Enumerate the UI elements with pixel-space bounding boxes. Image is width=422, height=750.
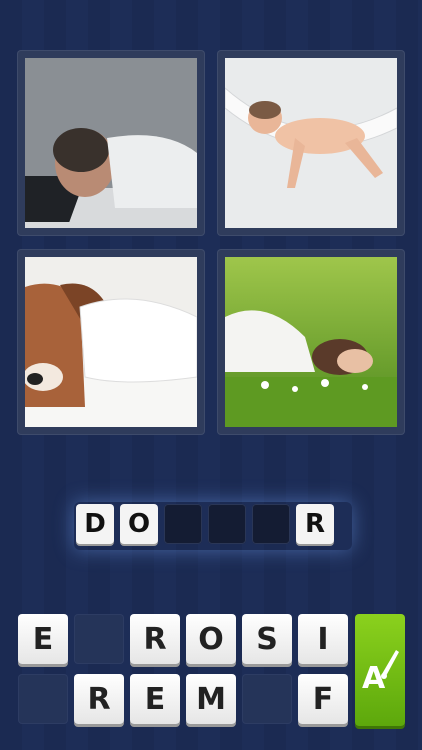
puzzle-photo-3[interactable]: [17, 249, 205, 435]
answer-slot-2[interactable]: O: [120, 504, 158, 544]
woman-sleeping-in-grass-image: [225, 257, 397, 427]
letter-tile[interactable]: E: [130, 674, 180, 724]
letter-tile-used: [18, 674, 68, 724]
answer-slot-6[interactable]: R: [296, 504, 334, 544]
letter-tile[interactable]: M: [186, 674, 236, 724]
letter-tile[interactable]: I: [298, 614, 348, 664]
puzzle-photo-2[interactable]: [217, 50, 405, 236]
baby-in-hammock-image: [225, 58, 397, 228]
letter-tile-used: [242, 674, 292, 724]
puzzle-photo-4[interactable]: [217, 249, 405, 435]
letter-tile[interactable]: R: [74, 674, 124, 724]
dog-sleeping-in-bed-image: [25, 257, 197, 427]
letter-bank: E R O S I R E M F: [18, 614, 348, 734]
letter-tile[interactable]: S: [242, 614, 292, 664]
puzzle-photo-1[interactable]: [17, 50, 205, 236]
answer-slot-1[interactable]: D: [76, 504, 114, 544]
answer-slots: D O R: [74, 502, 352, 550]
letter-tile-used: [74, 614, 124, 664]
brush-hint-icon: A: [362, 650, 399, 696]
letter-tile[interactable]: F: [298, 674, 348, 724]
hint-button[interactable]: A: [355, 614, 405, 726]
answer-slot-5[interactable]: [252, 504, 290, 544]
letter-tile[interactable]: R: [130, 614, 180, 664]
letter-tile[interactable]: O: [186, 614, 236, 664]
man-asleep-on-laptop-image: [25, 58, 197, 228]
letter-tile[interactable]: E: [18, 614, 68, 664]
answer-slot-3[interactable]: [164, 504, 202, 544]
answer-slot-4[interactable]: [208, 504, 246, 544]
